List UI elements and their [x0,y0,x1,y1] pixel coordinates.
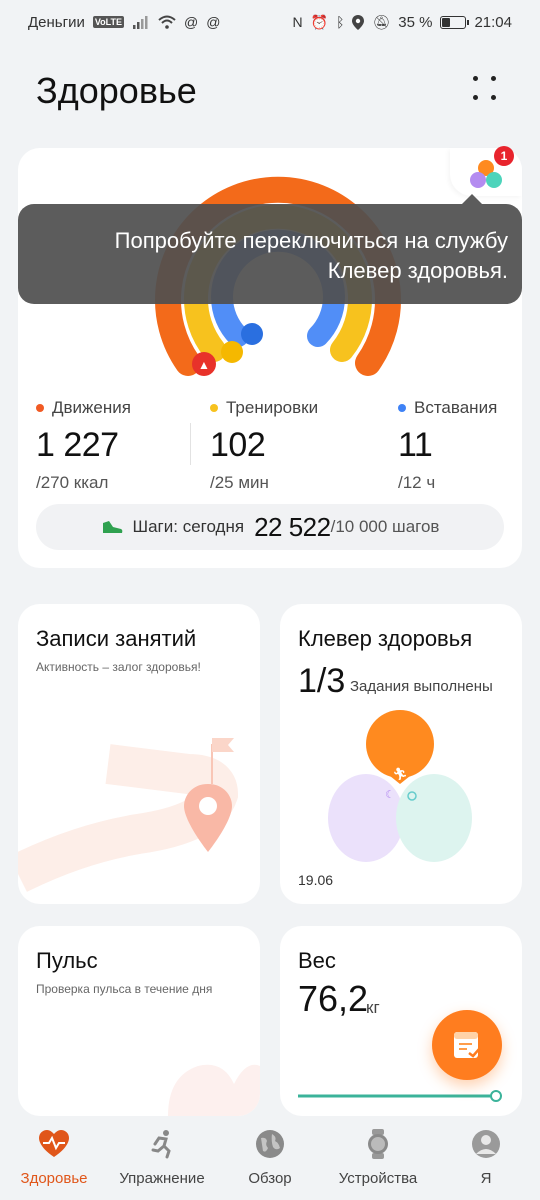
svg-text:🏃︎: 🏃︎ [392,767,407,781]
notes-check-icon [454,1032,481,1058]
clover-count-label: Задания выполнены [350,678,493,695]
location-pin-icon [184,784,232,852]
volte-badge: VoLTE [92,16,125,28]
nav-label: Упражнение [119,1170,205,1187]
metric-goal: /25 мин [210,473,269,492]
signal-icon [133,16,148,29]
exercise-records-tile[interactable]: Записи занятий Активность – залог здоров… [18,604,260,904]
alarm-icon: ⏰ [310,13,329,30]
dot-icon [473,76,478,81]
wifi-icon [158,15,176,29]
nav-me[interactable]: Я [436,1128,536,1187]
nav-discover[interactable]: Обзор [220,1128,320,1187]
dot-icon [473,95,478,100]
metric-goal: /270 ккал [36,473,109,492]
dot-icon [491,95,496,100]
svg-text:☾: ☾ [385,789,395,801]
clover-count: 1/3 [298,662,346,700]
metric-value: 1 227 [36,426,119,464]
metric-goal: /12 ч [398,473,436,492]
stand-dot [398,404,406,412]
globe-icon [254,1128,286,1160]
metric-move: Движения 1 227 /270 ккал [36,398,131,493]
heart-pulse-icon [38,1128,70,1160]
shoe-icon [102,521,122,533]
clover-hint-tooltip[interactable]: Попробуйте переключиться на службу Клеве… [18,204,522,304]
steps-value: 22 522 [254,511,331,542]
nav-label: Устройства [338,1170,418,1187]
profile-icon [470,1128,502,1160]
carrier-name: Деньгии [28,13,85,31]
watch-icon [362,1128,394,1160]
svg-text:▲: ▲ [198,358,210,372]
metric-label: Движения [52,398,131,417]
bottom-navigation: Здоровье Упражнение Обзор Устройства Я [0,1116,540,1200]
battery-icon [440,15,470,29]
dot-icon [491,76,496,81]
clover-chart: 🏃︎ ☾ [328,710,472,862]
move-dot [36,404,44,412]
metric-label: Тренировки [226,398,319,417]
clover-date: 19.06 [298,872,334,888]
exercise-dot [210,404,218,412]
heart-rate-tile[interactable]: Пульс Проверка пульса в течение дня [18,926,260,1116]
clock: 21:04 [474,13,512,31]
more-options-button[interactable] [470,72,502,104]
nav-label: Я [480,1170,492,1187]
mute-icon: 🔕︎ [372,13,391,30]
metric-exercise: Тренировки 102 /25 мин [210,398,318,493]
metric-value: 102 [210,426,266,464]
nfc-icon: N [292,14,303,30]
nav-health[interactable]: Здоровье [4,1128,104,1187]
add-record-button[interactable] [432,1010,502,1080]
nav-devices[interactable]: Устройства [328,1128,428,1187]
metric-value: 11 [398,426,433,464]
nav-exercise[interactable]: Упражнение [112,1128,212,1187]
running-icon [146,1128,178,1160]
page-title: Здоровье [36,70,197,111]
steps-goal: /10 000 шагов [330,517,440,536]
steps-label: Шаги: сегодня [132,517,245,536]
nav-label: Здоровье [20,1170,88,1187]
at-icon: @ [184,14,199,30]
status-bar: Деньгии VoLTE @ @ N ⏰ ᛒ 🔕︎ 35 % 21:04 [0,0,540,44]
tile-title: Клевер здоровья [298,626,473,651]
metric-label: Вставания [414,398,498,417]
divider [190,423,191,465]
battery-percent: 35 % [398,13,433,31]
location-icon [352,14,365,30]
heart-illustration [168,1064,260,1116]
road-illustration [18,738,239,892]
nav-label: Обзор [248,1170,292,1187]
steps-today-bar[interactable]: Шаги: сегодня 22 522 /10 000 шагов [36,504,504,550]
battery-fill [442,17,450,27]
metric-stand: Вставания 11 /12 ч [398,398,497,493]
health-clover-tile[interactable]: Клевер здоровья 1/3 Задания выполнены 🏃︎… [280,604,522,904]
at-icon: @ [206,14,221,30]
notification-badge: 1 [494,146,514,166]
bluetooth-icon: ᛒ [336,14,345,30]
tooltip-arrow [462,194,482,204]
